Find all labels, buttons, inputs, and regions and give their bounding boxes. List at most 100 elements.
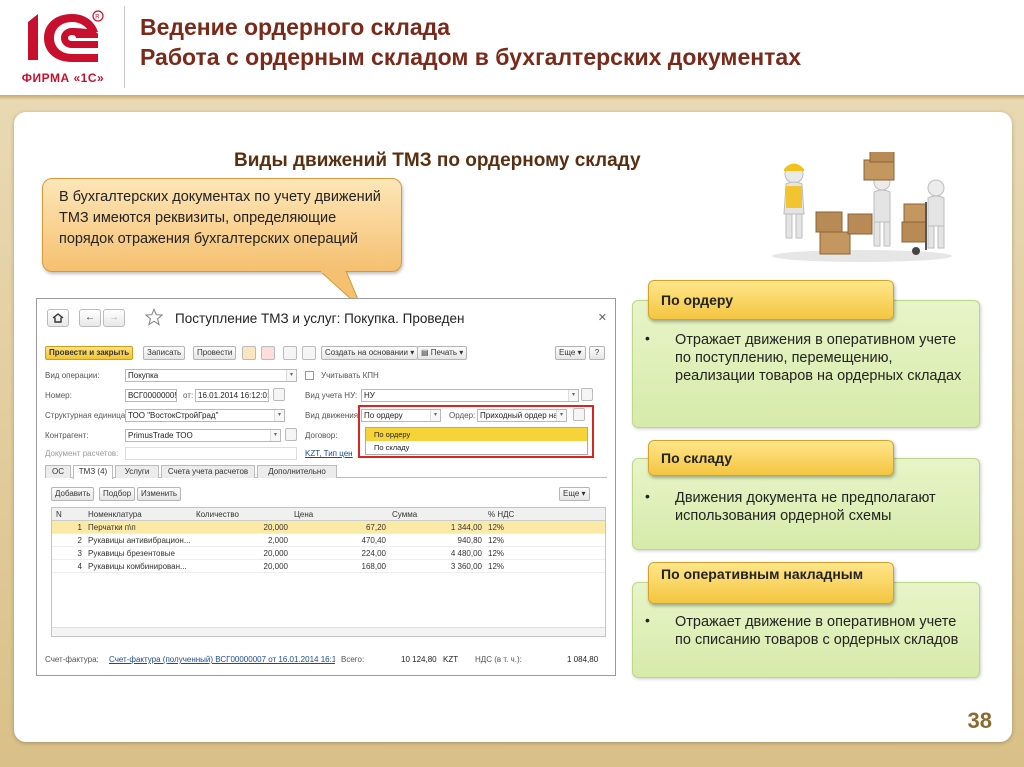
table-more-label: Еще xyxy=(563,489,580,498)
row-quantity: 20,000 xyxy=(263,549,288,558)
highlight-frame xyxy=(358,405,594,458)
row-nomenclature: Рукавицы брезентовые xyxy=(88,549,175,558)
settlement-document-field[interactable] xyxy=(125,447,297,460)
card-by-order-text: Отражает движения в оперативном учете по… xyxy=(675,332,962,384)
row-price: 224,00 xyxy=(361,549,386,558)
invoice-link[interactable]: Счет-фактура (полученный) ВСГ00000007 от… xyxy=(109,655,335,664)
back-button[interactable]: ← xyxy=(79,309,101,327)
operation-type-label: Вид операции: xyxy=(45,371,100,380)
number-field[interactable]: ВСГ00000005 xyxy=(125,389,177,402)
tab-additional[interactable]: Дополнительно xyxy=(257,465,337,478)
arrow-right-icon: → xyxy=(109,312,119,323)
row-price: 470,40 xyxy=(361,536,386,545)
callout-text: В бухгалтерских документах по учету движ… xyxy=(59,189,381,247)
header-divider xyxy=(124,6,125,88)
slide-title: Ведение ордерного склада xyxy=(140,14,451,40)
print-button[interactable]: ▤ Печать ▾ xyxy=(417,346,468,360)
form-footer: Счет-фактура: Счет-фактура (полученный) … xyxy=(45,655,609,669)
table-horizontal-scrollbar[interactable] xyxy=(52,627,605,636)
tab-services[interactable]: Услуги xyxy=(115,465,159,478)
section-heading: Виды движений ТМЗ по ордерному складу xyxy=(234,150,641,171)
card-by-operative-invoices-text: Отражает движение в оперативном учете по… xyxy=(675,614,959,648)
row-sum: 4 480,00 xyxy=(450,549,482,558)
table-row[interactable]: 3 Рукавицы брезентовые 20,000 224,00 4 4… xyxy=(52,547,605,560)
journal-icon[interactable] xyxy=(242,346,256,360)
col-nomenclature[interactable]: Номенклатура xyxy=(88,508,184,521)
help-button[interactable]: ? xyxy=(589,346,605,360)
table-row[interactable]: 1 Перчатки п\п 20,000 67,20 1 344,00 12% xyxy=(52,521,605,534)
vat-total-value: 1 084,80 xyxy=(567,655,599,664)
dt-kt-icon[interactable] xyxy=(261,346,275,360)
vat-included-label: НДС (в т. ч.): xyxy=(475,655,522,664)
open-link-icon[interactable] xyxy=(581,388,593,401)
document-tabs: ОС ТМЗ (4) Услуги Счета учета расчетов Д… xyxy=(45,465,607,479)
list-icon[interactable] xyxy=(283,346,297,360)
table-more-button[interactable]: Еще ▾ xyxy=(559,487,590,501)
date-label: от: xyxy=(183,391,194,400)
structural-unit-label: Структурная единица: xyxy=(45,411,128,420)
contractor-select[interactable]: PrimusTrade ТОО ▾ xyxy=(125,429,281,442)
structural-unit-value: ТОО "ВостокСтройГрад" xyxy=(128,411,219,420)
row-quantity: 20,000 xyxy=(263,523,288,532)
add-row-button[interactable]: Добавить xyxy=(51,487,95,501)
kpn-label: Учитывать КПН xyxy=(321,371,379,380)
open-link-icon[interactable] xyxy=(285,428,297,441)
contract-label: Договор: xyxy=(305,431,338,440)
document-icon[interactable] xyxy=(302,346,316,360)
calendar-icon[interactable] xyxy=(273,388,285,401)
tab-fixed-assets[interactable]: ОС xyxy=(45,465,71,478)
tab-settlement-accounts[interactable]: Счета учета расчетов xyxy=(161,465,255,478)
bullet-icon: • xyxy=(645,612,650,628)
operation-type-value: Покупка xyxy=(128,371,159,380)
page-number: 38 xyxy=(967,708,992,733)
close-icon[interactable]: ✕ xyxy=(598,311,607,324)
date-field[interactable]: 16.01.2014 16:12:01 xyxy=(195,389,269,402)
card-by-warehouse-title: По складу xyxy=(648,440,894,476)
table-row[interactable]: 2 Рукавицы антивибрацион... 2,000 470,40… xyxy=(52,534,605,547)
row-nomenclature: Рукавицы антивибрацион... xyxy=(88,536,191,545)
document-form-window: ← → Поступление ТМЗ и услуг: Покупка. Пр… xyxy=(36,298,616,676)
favorite-star-icon[interactable] xyxy=(145,308,163,326)
logo-text: ФИРМА «1С» xyxy=(21,71,105,85)
more-label: Еще xyxy=(559,348,576,357)
col-n[interactable]: N xyxy=(56,508,68,521)
dropdown-arrow-icon: ▾ xyxy=(286,370,296,381)
home-button[interactable] xyxy=(47,309,69,327)
tab-inventory[interactable]: ТМЗ (4) xyxy=(73,465,113,479)
number-label: Номер: xyxy=(45,391,72,400)
col-quantity[interactable]: Количество xyxy=(196,508,276,521)
table-row[interactable]: 4 Рукавицы комбинирован... 20,000 168,00… xyxy=(52,560,605,573)
save-button[interactable]: Записать xyxy=(143,346,186,360)
arrow-left-icon: ← xyxy=(85,312,95,323)
post-and-close-button[interactable]: Провести и закрыть xyxy=(45,346,134,360)
pick-button[interactable]: Подбор xyxy=(99,487,136,501)
change-button[interactable]: Изменить xyxy=(137,487,182,501)
post-button[interactable]: Провести xyxy=(193,346,237,360)
col-vat[interactable]: % НДС xyxy=(488,508,528,521)
tax-accounting-value: НУ xyxy=(364,391,375,400)
row-quantity: 20,000 xyxy=(263,562,288,571)
explanation-callout: В бухгалтерских документах по учету движ… xyxy=(42,178,402,272)
dropdown-arrow-icon: ▾ xyxy=(270,430,280,441)
col-sum[interactable]: Сумма xyxy=(392,508,472,521)
currency-price-type-link[interactable]: KZT, Тип цен xyxy=(305,449,353,458)
total-value: 10 124,80 xyxy=(401,655,437,664)
slide-header: R ФИРМА «1С» Ведение ордерного склада Ра… xyxy=(0,0,1024,95)
dropdown-arrow-icon: ▾ xyxy=(274,410,284,421)
row-number: 3 xyxy=(77,549,82,558)
row-vat: 12% xyxy=(488,523,505,532)
col-price[interactable]: Цена xyxy=(294,508,374,521)
goods-table: N Номенклатура Количество Цена Сумма % Н… xyxy=(51,507,606,637)
total-label: Всего: xyxy=(341,655,365,664)
row-number: 1 xyxy=(77,523,82,532)
tax-accounting-select[interactable]: НУ ▾ xyxy=(361,389,579,402)
create-based-on-button[interactable]: Создать на основании ▾ xyxy=(321,346,419,360)
bullet-icon: • xyxy=(645,488,650,504)
forward-button[interactable]: → xyxy=(103,309,125,327)
row-sum: 1 344,00 xyxy=(450,523,482,532)
kpn-checkbox[interactable] xyxy=(305,371,314,380)
form-title: Поступление ТМЗ и услуг: Покупка. Провед… xyxy=(175,311,465,326)
operation-type-select[interactable]: Покупка ▾ xyxy=(125,369,297,382)
more-actions-button[interactable]: Еще ▾ xyxy=(555,346,586,360)
structural-unit-select[interactable]: ТОО "ВостокСтройГрад" ▾ xyxy=(125,409,285,422)
